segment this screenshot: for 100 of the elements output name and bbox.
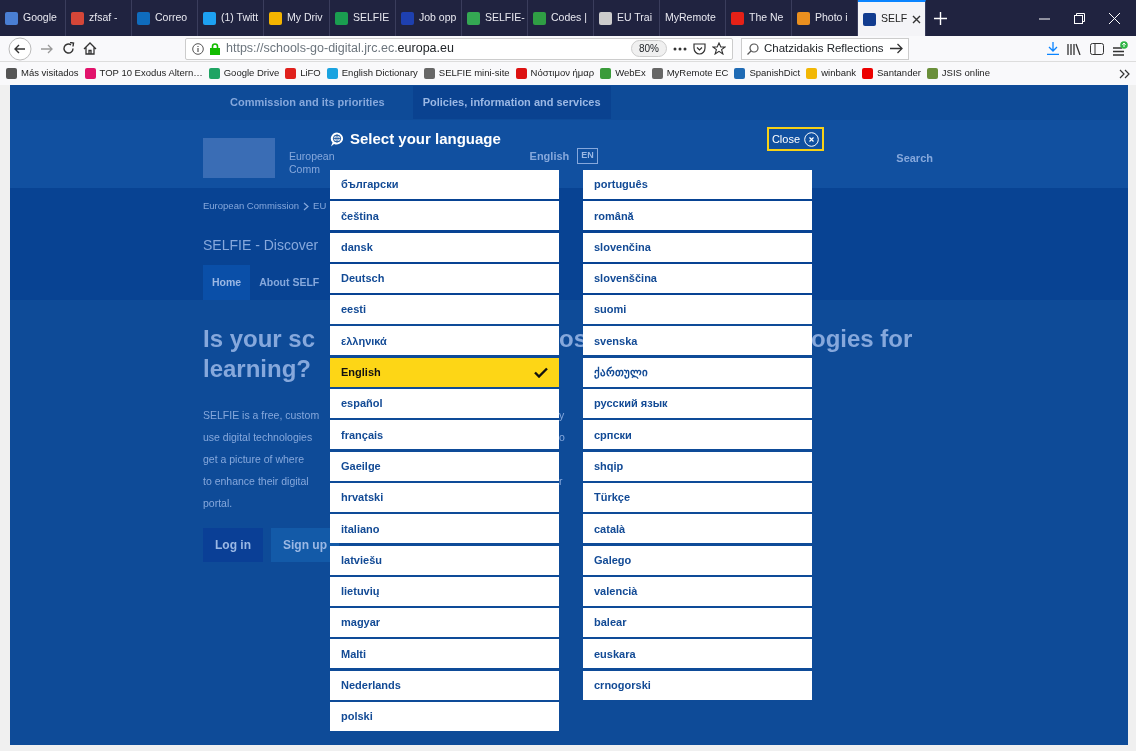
language-option[interactable]: crnogorski: [583, 670, 812, 700]
heading-text: learning?: [203, 354, 311, 384]
bookmark-link[interactable]: TOP 10 Exodus Altern…: [84, 66, 203, 81]
bookmark-link[interactable]: Más visitados: [6, 66, 79, 81]
browser-tab[interactable]: SELF: [858, 0, 926, 36]
sidebar-icon[interactable]: [1090, 42, 1104, 55]
language-option[interactable]: Türkçe: [583, 482, 812, 512]
pocket-icon[interactable]: [693, 42, 706, 55]
bookmark-link[interactable]: Νόστιμον ήμαρ: [515, 66, 595, 81]
new-tab-icon[interactable]: [934, 11, 947, 25]
language-option[interactable]: hrvatski: [330, 482, 559, 512]
language-option[interactable]: ქართული: [583, 357, 812, 387]
language-option[interactable]: English: [330, 357, 559, 387]
paragraph-text: r: [559, 474, 563, 489]
nav-tab[interactable]: Commission and its priorities: [220, 86, 395, 119]
language-option[interactable]: Malti: [330, 639, 559, 669]
language-option[interactable]: Nederlands: [330, 670, 559, 700]
dialog-title: Select your language: [350, 128, 501, 149]
language-option[interactable]: Gaeilge: [330, 451, 559, 481]
nav-tab[interactable]: About SELF: [250, 265, 329, 300]
language-option[interactable]: valencià: [583, 576, 812, 606]
language-option[interactable]: српски: [583, 420, 812, 450]
language-option[interactable]: български: [330, 170, 559, 199]
nav-tab[interactable]: Policies, information and services: [412, 86, 611, 119]
arrow-icon[interactable]: [890, 43, 903, 54]
language-option[interactable]: latviešu: [330, 545, 559, 575]
close-icon: [804, 131, 819, 147]
bookmark-link[interactable]: SELFIE mini-site: [423, 66, 510, 81]
bookmark-link[interactable]: MyRemote EC: [651, 66, 729, 81]
close-icon[interactable]: [912, 14, 922, 24]
forward-icon[interactable]: [40, 42, 54, 55]
search-icon: [747, 42, 759, 55]
lock-icon: [210, 42, 220, 55]
url-bar[interactable]: https://schools-go-digital.jrc.ec.europa.eu 80%: [185, 37, 733, 60]
chevron-icon: [303, 202, 310, 211]
language-option[interactable]: lietuvių: [330, 576, 559, 606]
paragraph-text: SELFIE is a free, custom: [203, 408, 320, 423]
language-option[interactable]: suomi: [583, 295, 812, 325]
language-option[interactable]: română: [583, 201, 812, 231]
heading-text: Is your sc: [203, 324, 316, 354]
url-text: https://schools-go-digital.jrc.ec.europa.eu: [226, 40, 454, 58]
bookmark-link[interactable]: SpanishDict: [734, 66, 801, 81]
language-option[interactable]: dansk: [330, 232, 559, 262]
paragraph-text: use digital technologies: [203, 430, 313, 445]
language-option[interactable]: polski: [330, 702, 559, 732]
language-option[interactable]: français: [330, 420, 559, 450]
download-icon[interactable]: [1047, 42, 1059, 55]
close-button[interactable]: Close: [766, 126, 824, 152]
chevron-icon[interactable]: [1119, 68, 1130, 79]
language-option[interactable]: slovenčina: [583, 232, 812, 262]
language-option[interactable]: català: [583, 514, 812, 544]
info-icon: [192, 42, 204, 55]
language-option[interactable]: svenska: [583, 326, 812, 356]
bookmark-link[interactable]: WebEx: [600, 66, 646, 81]
language-option[interactable]: eesti: [330, 295, 559, 325]
paragraph-text: o: [559, 430, 565, 445]
breadcrumb-link[interactable]: European Commission: [203, 199, 300, 214]
back-icon[interactable]: [8, 36, 32, 61]
language-option[interactable]: magyar: [330, 608, 559, 638]
search-field[interactable]: Chatzidakis Reflections: [741, 37, 909, 60]
site-title: SELFIE - Discover: [203, 235, 319, 255]
language-option[interactable]: Galego: [583, 545, 812, 575]
language-option[interactable]: shqip: [583, 451, 812, 481]
language-option[interactable]: português: [583, 170, 812, 199]
restore-icon[interactable]: [1074, 12, 1085, 24]
paragraph-text: get a picture of where: [203, 452, 304, 467]
language-option[interactable]: balear: [583, 608, 812, 638]
language-option[interactable]: slovenščina: [583, 263, 812, 293]
language-option[interactable]: euskara: [583, 639, 812, 669]
site-name-text: European: [289, 150, 335, 163]
bookmark-link[interactable]: Google Drive: [208, 66, 280, 81]
language-option[interactable]: русский язык: [583, 389, 812, 419]
bookmark-link[interactable]: JSIS online: [926, 66, 990, 81]
language-code-badge: EN: [577, 148, 598, 164]
paragraph-text: to enhance their digital: [203, 474, 309, 489]
home-icon[interactable]: [83, 42, 97, 55]
nav-tab[interactable]: Home: [203, 265, 251, 300]
speech-bubble-icon: [330, 131, 344, 147]
reload-icon[interactable]: [62, 42, 75, 55]
language-option[interactable]: Deutsch: [330, 263, 559, 293]
bookmark-link[interactable]: Santander: [862, 66, 921, 81]
bookmark-link[interactable]: winbank: [806, 66, 856, 81]
language-option[interactable]: ελληνικά: [330, 326, 559, 356]
login-button[interactable]: Log in: [203, 528, 263, 562]
bookmark-link[interactable]: LiFO: [285, 66, 321, 81]
zoom-level[interactable]: 80%: [631, 40, 667, 57]
language-option[interactable]: čeština: [330, 201, 559, 231]
more-icon[interactable]: [673, 46, 687, 51]
language-option[interactable]: español: [330, 389, 559, 419]
library-icon[interactable]: [1067, 42, 1082, 55]
breadcrumb-link[interactable]: EU: [313, 199, 327, 214]
bookmark-link[interactable]: English Dictionary: [326, 66, 418, 81]
menu-icon[interactable]: [1112, 40, 1128, 57]
heading-text: ogies for: [811, 324, 913, 354]
site-name-text: Comm: [289, 163, 321, 176]
paragraph-text: y: [559, 408, 565, 423]
paragraph-text: portal.: [203, 496, 233, 511]
language-option[interactable]: italiano: [330, 514, 559, 544]
star-icon[interactable]: [712, 42, 726, 55]
check-icon: [534, 366, 548, 378]
